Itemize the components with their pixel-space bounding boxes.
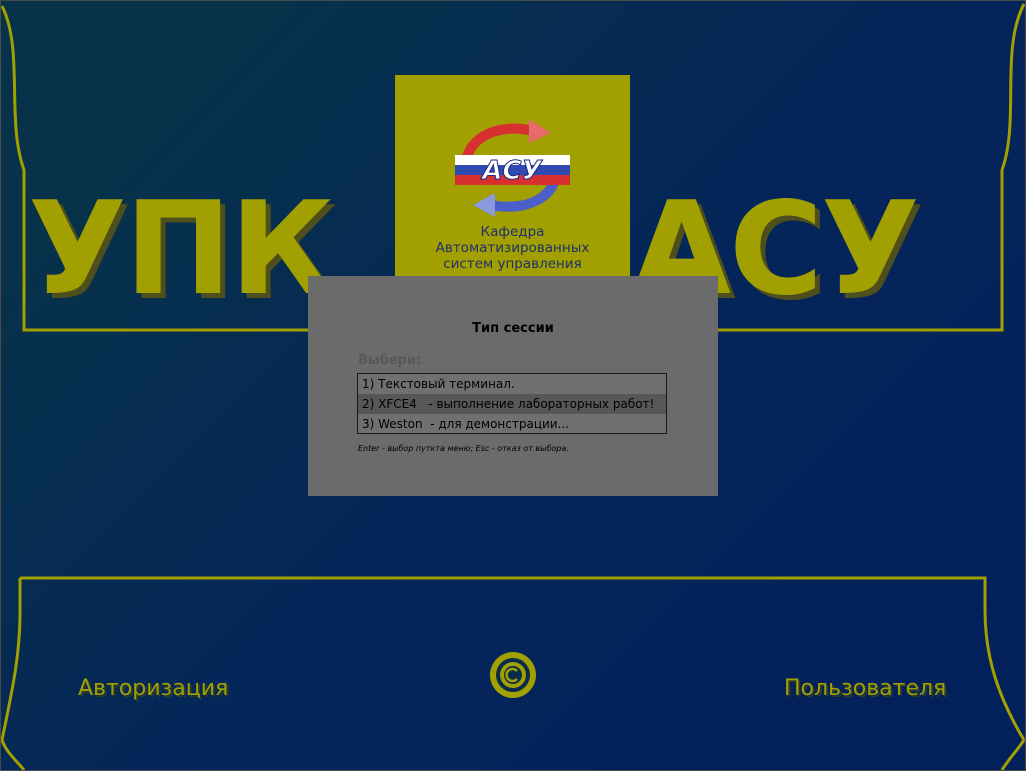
dialog-title: Тип сессии <box>472 321 554 336</box>
emblem-text: АСУ <box>480 156 543 186</box>
department-logo: АСУ Кафедра Автоматизированных систем уп… <box>395 75 630 280</box>
power-icon[interactable] <box>488 650 538 700</box>
caption-line-3: систем управления <box>443 256 582 272</box>
asu-emblem-icon: АСУ <box>455 119 570 217</box>
session-menu: 1) Текстовый терминал. 2) XFCE4 - выполн… <box>357 373 667 434</box>
menu-item-text-terminal[interactable]: 1) Текстовый терминал. <box>358 374 666 394</box>
menu-item-xfce4[interactable]: 2) XFCE4 - выполнение лабораторных работ… <box>358 394 666 414</box>
menu-item-weston[interactable]: 3) Weston - для демонстрации... <box>358 414 666 434</box>
caption-line-2: Автоматизированных <box>435 240 590 256</box>
logo-caption: Кафедра Автоматизированных систем управл… <box>395 224 630 272</box>
banner-left-text: УПК <box>28 175 334 324</box>
footer-label-users: Пользователя <box>784 676 947 701</box>
keyboard-hint: Enter - выбор путкта меню; Esc - отказ о… <box>358 444 569 453</box>
footer-label-authorization: Авторизация <box>78 676 229 701</box>
session-type-dialog: Тип сессии Выбери: 1) Текстовый терминал… <box>308 276 718 496</box>
caption-line-1: Кафедра <box>480 224 545 240</box>
dialog-prompt: Выбери: <box>358 353 422 368</box>
